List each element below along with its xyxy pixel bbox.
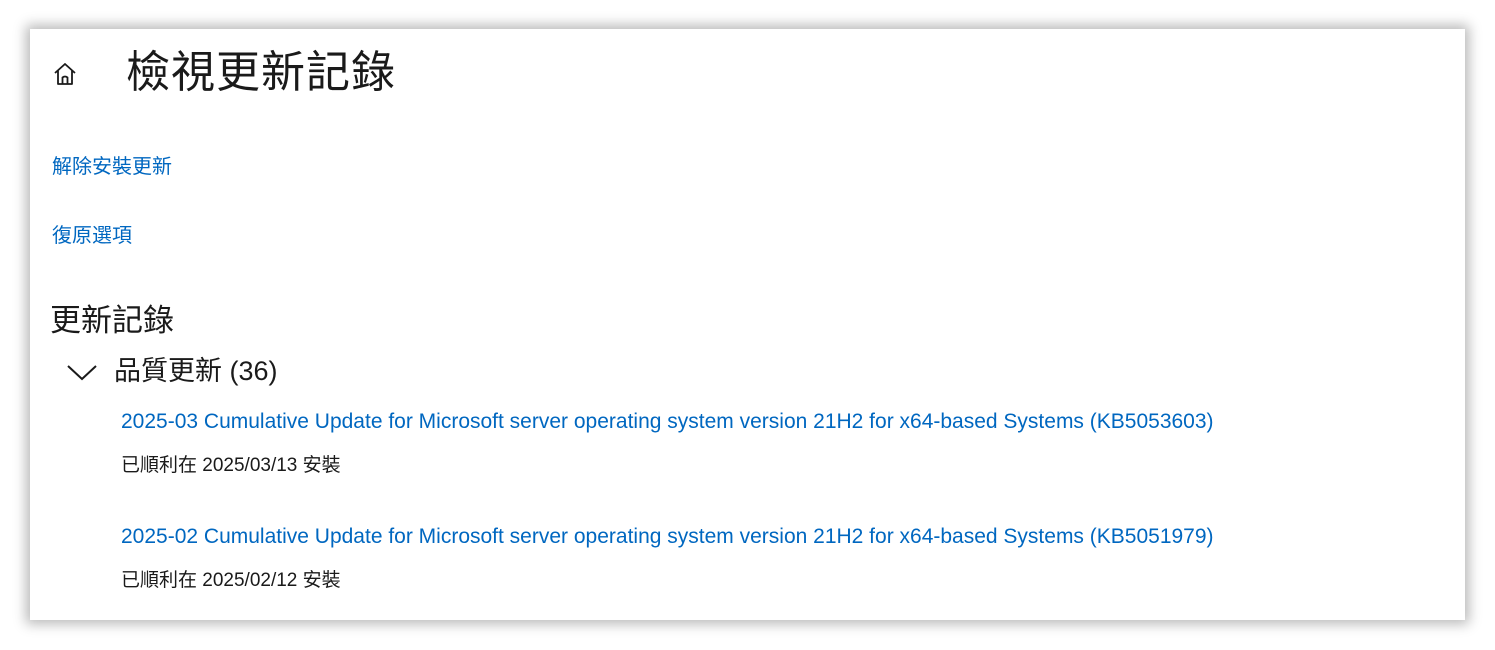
settings-window: 檢視更新記錄 解除安裝更新 復原選項 更新記錄 品質更新 (36) 2025-0… — [30, 29, 1465, 620]
update-list-item: 2025-02 Cumulative Update for Microsoft … — [121, 523, 1214, 593]
chevron-down-icon — [67, 365, 97, 381]
update-title-link[interactable]: 2025-03 Cumulative Update for Microsoft … — [121, 408, 1214, 436]
update-install-status: 已順利在 2025/02/12 安裝 — [121, 570, 341, 591]
page-title: 檢視更新記錄 — [126, 48, 396, 97]
quality-updates-group-label: 品質更新 (36) — [114, 356, 278, 386]
uninstall-updates-link[interactable]: 解除安裝更新 — [52, 154, 172, 180]
update-history-heading: 更新記錄 — [50, 303, 174, 338]
recovery-options-link[interactable]: 復原選項 — [52, 223, 132, 249]
update-list-item: 2025-03 Cumulative Update for Microsoft … — [121, 408, 1214, 478]
home-icon[interactable] — [52, 61, 78, 87]
quality-updates-group-toggle[interactable]: 品質更新 (36) — [64, 351, 278, 391]
update-title-link[interactable]: 2025-02 Cumulative Update for Microsoft … — [121, 523, 1214, 551]
update-install-status: 已順利在 2025/03/13 安裝 — [121, 455, 341, 476]
